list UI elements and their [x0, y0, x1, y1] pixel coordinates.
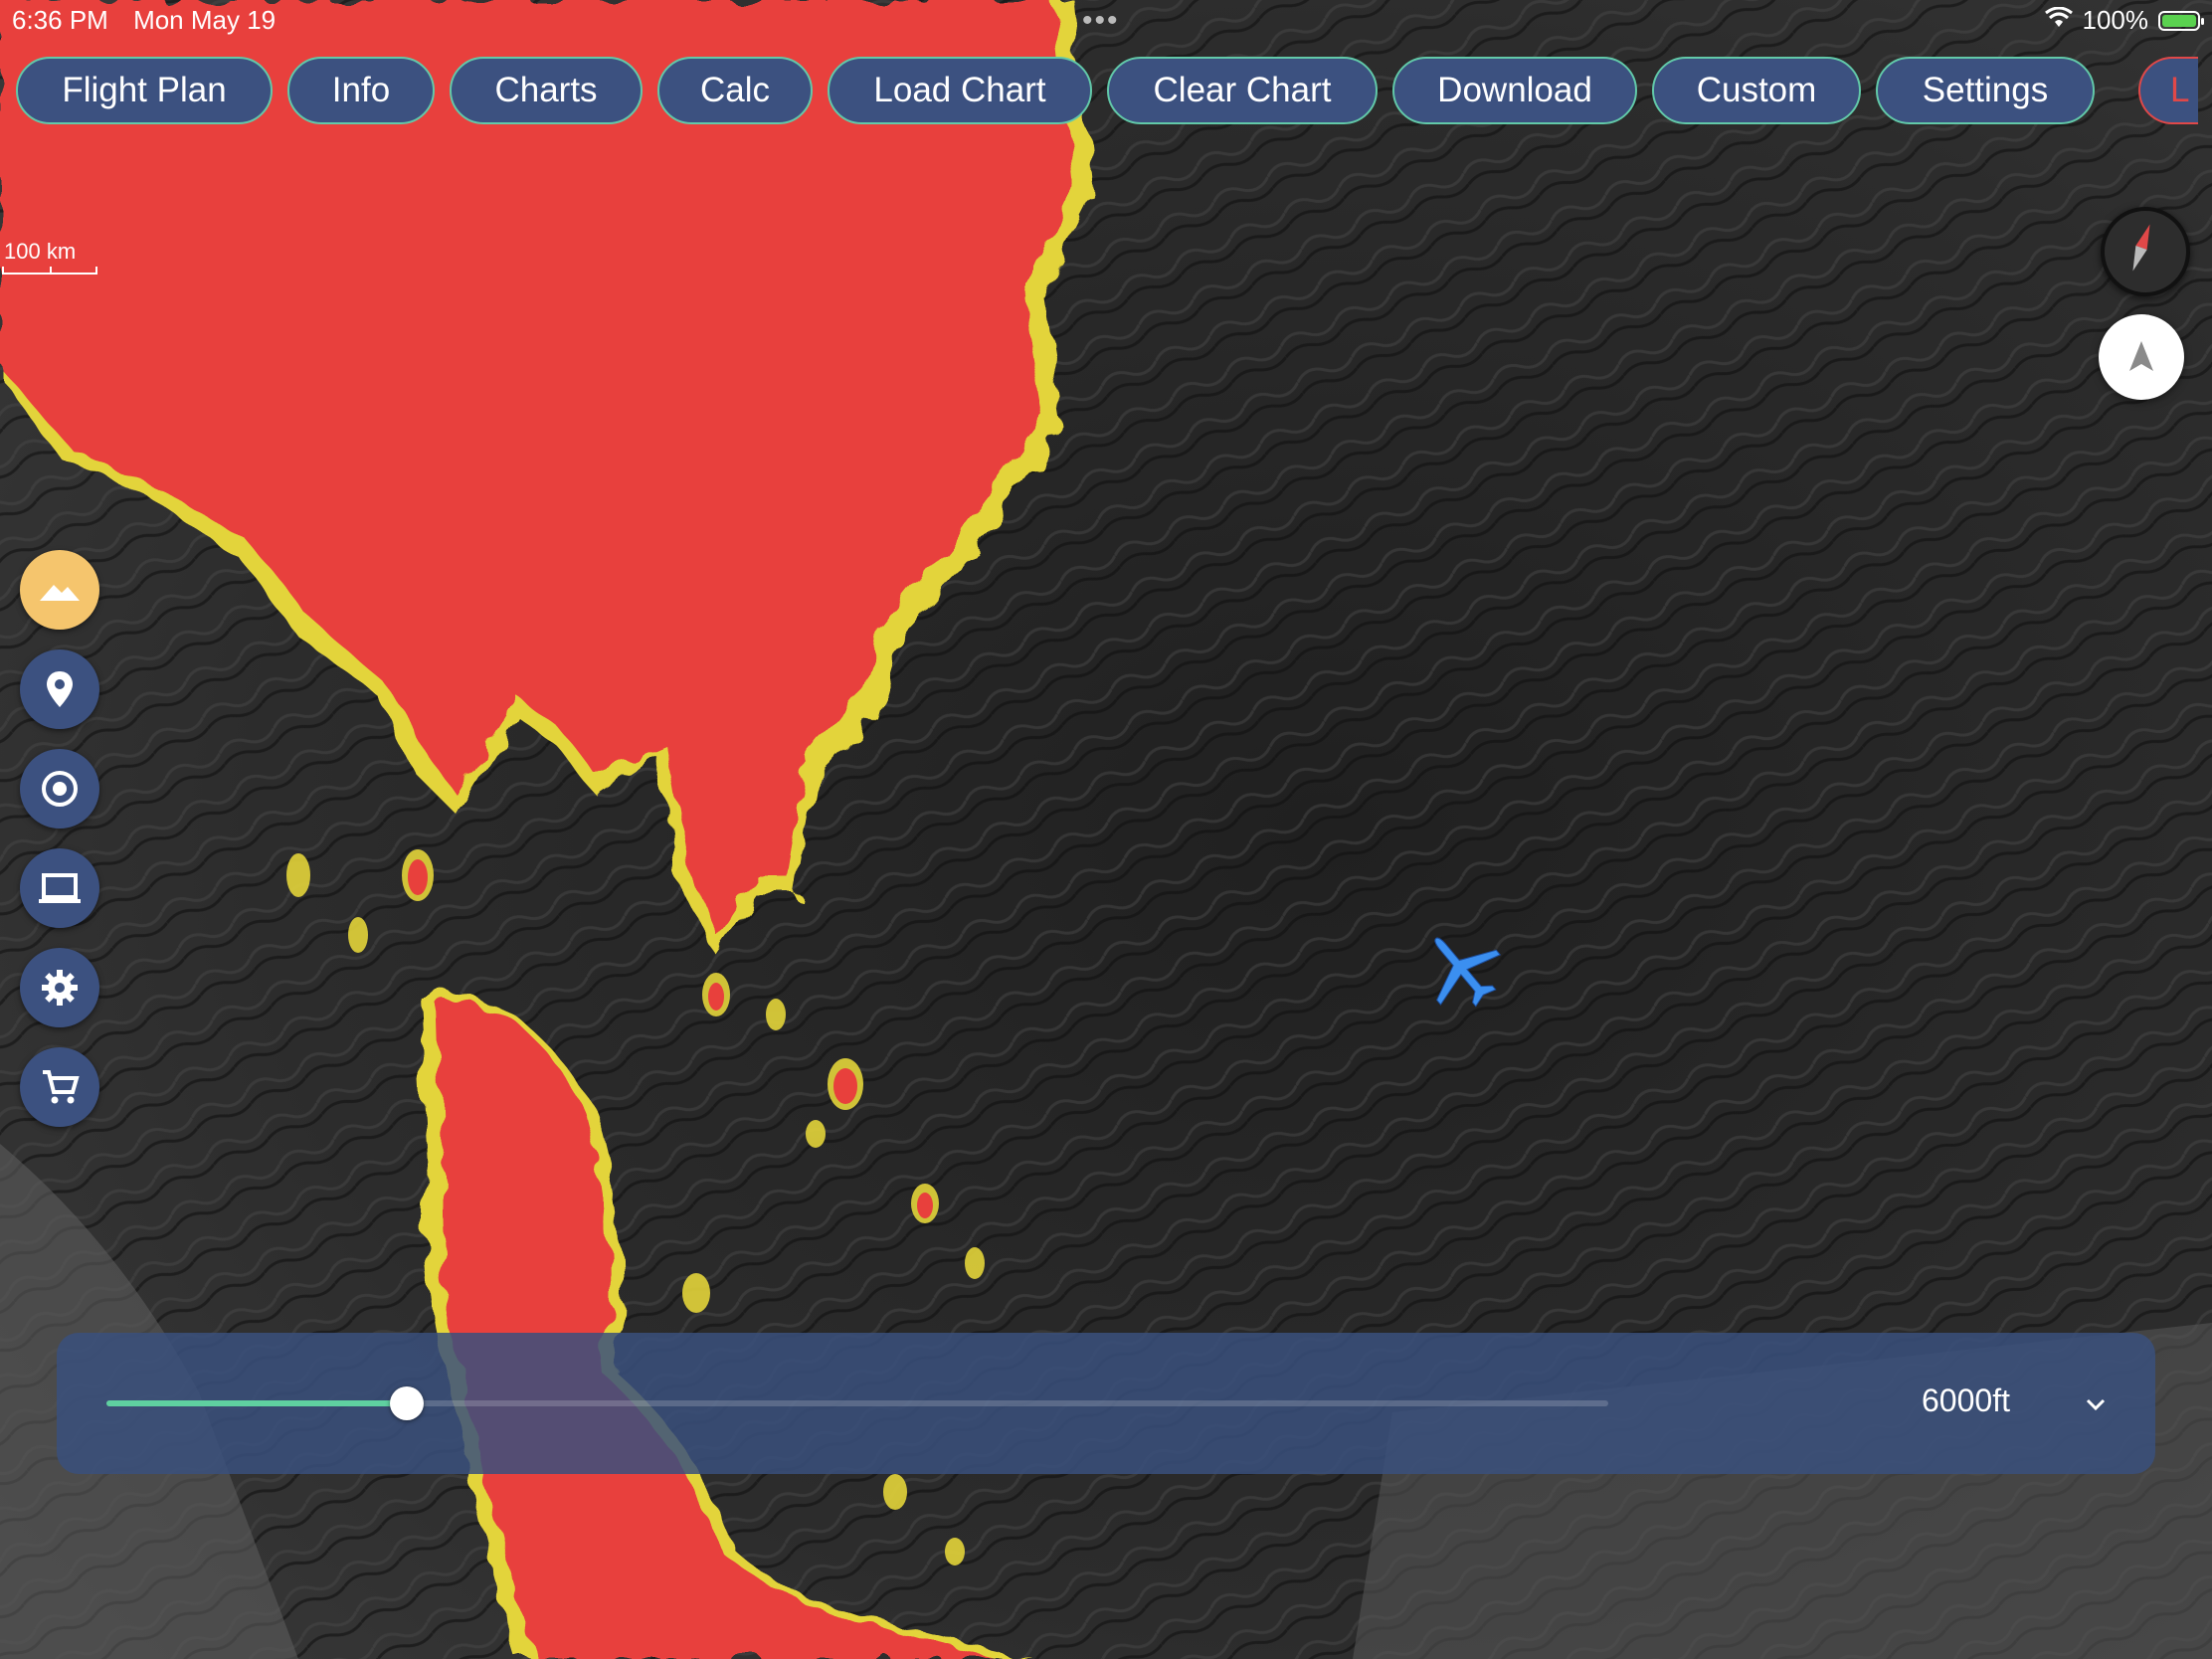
left-toolbar	[20, 550, 99, 1147]
navigation-arrow-icon	[2129, 341, 2153, 371]
gear-icon	[42, 970, 78, 1006]
compass-icon	[2132, 224, 2150, 272]
settings-side-button[interactable]	[20, 948, 99, 1027]
laptop-icon	[39, 873, 81, 903]
charts-button[interactable]: Charts	[450, 57, 643, 124]
center-location-button[interactable]	[20, 749, 99, 829]
store-button[interactable]	[20, 1047, 99, 1127]
map-scale-bar	[2, 267, 97, 275]
map-pin-icon	[47, 671, 73, 707]
top-toolbar: Flight Plan Info Charts Calc Load Chart …	[16, 57, 2095, 126]
compass-button[interactable]	[2101, 207, 2190, 296]
waypoint-button[interactable]	[20, 649, 99, 729]
battery-icon	[2158, 10, 2204, 31]
device-button[interactable]	[20, 848, 99, 928]
status-left: 6:36 PM Mon May 19	[12, 5, 293, 36]
target-icon	[42, 771, 78, 807]
altitude-panel: 6000ft	[57, 1333, 2155, 1474]
status-right: 100%	[2044, 5, 2204, 36]
multitask-dots[interactable]: •••	[1082, 4, 1120, 38]
cart-icon	[43, 1070, 80, 1104]
calc-button[interactable]: Calc	[657, 57, 813, 124]
terrain-icon	[40, 585, 80, 601]
altitude-slider-track[interactable]	[106, 1386, 1608, 1420]
map-scale-label: 100 km	[4, 239, 77, 264]
altitude-slider-fill	[106, 1400, 407, 1406]
settings-button[interactable]: Settings	[1876, 57, 2095, 124]
status-date: Mon May 19	[133, 5, 276, 35]
chevron-down-icon[interactable]	[2076, 1384, 2116, 1424]
battery-percent: 100%	[2082, 5, 2149, 35]
info-button[interactable]: Info	[287, 57, 435, 124]
partial-toolbar-button[interactable]: L	[2138, 57, 2198, 124]
track-up-button[interactable]	[2099, 314, 2184, 400]
flight-plan-button[interactable]: Flight Plan	[16, 57, 273, 124]
clear-chart-button[interactable]: Clear Chart	[1107, 57, 1378, 124]
aircraft-icon[interactable]	[1417, 925, 1507, 1014]
load-chart-button[interactable]: Load Chart	[828, 57, 1092, 124]
download-button[interactable]: Download	[1392, 57, 1637, 124]
altitude-value: 6000ft	[1922, 1382, 2010, 1418]
wifi-icon	[2044, 5, 2073, 36]
terrain-layer-button[interactable]	[20, 550, 99, 630]
altitude-slider-thumb[interactable]	[390, 1386, 424, 1420]
custom-button[interactable]: Custom	[1652, 57, 1861, 124]
status-time: 6:36 PM	[12, 5, 108, 35]
status-bar: 6:36 PM Mon May 19 ••• 100%	[0, 0, 2212, 40]
